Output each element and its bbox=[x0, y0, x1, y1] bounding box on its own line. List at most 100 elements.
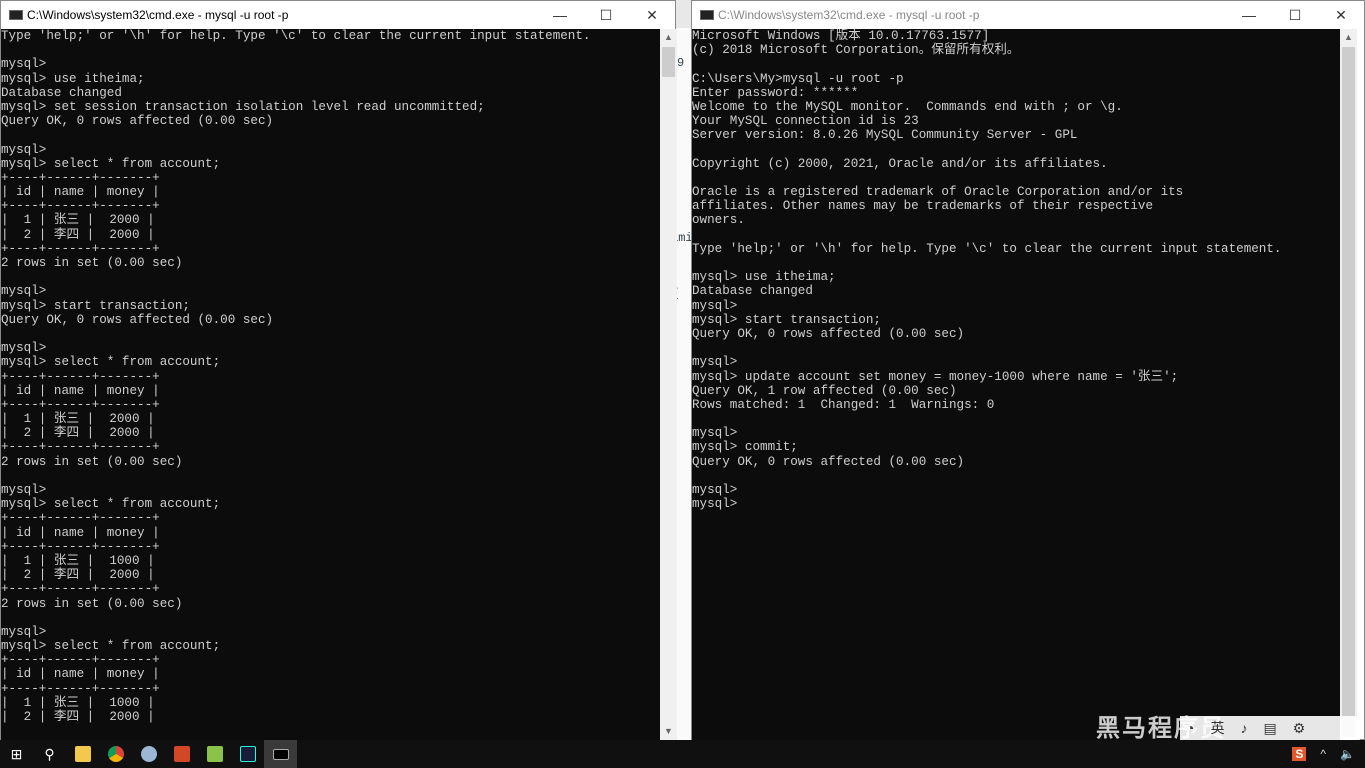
volume-icon[interactable]: 🔈 bbox=[1340, 747, 1355, 761]
scroll-up-icon[interactable]: ▲ bbox=[1340, 29, 1357, 46]
scroll-thumb[interactable] bbox=[662, 47, 675, 77]
notepad-icon[interactable] bbox=[198, 740, 231, 768]
title-bar[interactable]: C:\Windows\system32\cmd.exe - mysql -u r… bbox=[692, 1, 1364, 29]
terminal-line: (c) 2018 Microsoft Corporation。保留所有权利。 bbox=[692, 43, 1020, 58]
terminal-line: | 2 | 李四 | 2000 | bbox=[1, 710, 155, 724]
terminal-output[interactable]: Type 'help;' or '\h' for help. Type '\c'… bbox=[1, 29, 660, 740]
close-button[interactable]: ✕ bbox=[629, 7, 675, 24]
terminal-line: mysql> bbox=[1, 57, 47, 72]
terminal-line: | 2 | 李四 | 2000 | bbox=[1, 568, 155, 583]
cmd-icon bbox=[9, 10, 23, 20]
terminal-line: 2 rows in set (0.00 sec) bbox=[1, 256, 183, 270]
powerpoint-icon[interactable] bbox=[165, 740, 198, 768]
chevron-up-icon[interactable]: ^ bbox=[1320, 747, 1326, 761]
terminal-line: mysql> use itheima; bbox=[692, 270, 836, 285]
terminal-line: Database changed bbox=[692, 284, 813, 299]
scrollbar[interactable]: ▲ bbox=[1340, 29, 1357, 740]
terminal-line: +----+------+-------+ bbox=[1, 170, 160, 185]
terminal-line: Enter password: ****** bbox=[692, 85, 859, 100]
search-icon[interactable]: ⚲ bbox=[33, 740, 66, 768]
terminal-line: | id | name | money | bbox=[1, 525, 160, 540]
bg-fragment: 9 bbox=[677, 56, 685, 70]
terminal-line: mysql> select * from account; bbox=[1, 355, 221, 370]
terminal-line: mysql> update account set money = money-… bbox=[692, 369, 1179, 384]
terminal-line: mysql> bbox=[692, 355, 738, 370]
terminal-line: Microsoft Windows [版本 10.0.17763.1577] bbox=[692, 29, 990, 43]
terminal-line: +----+------+-------+ bbox=[1, 199, 160, 214]
terminal-line: Your MySQL connection id is 23 bbox=[692, 114, 919, 129]
taskbar: ⊞ ⚲ S ^ 🔈 bbox=[0, 740, 1365, 768]
ime-mode[interactable]: 英 bbox=[1210, 718, 1224, 738]
terminal-line: mysql> start transaction; bbox=[1, 298, 190, 313]
terminal-line: Query OK, 0 rows affected (0.00 sec) bbox=[1, 312, 274, 327]
scroll-up-icon[interactable]: ▲ bbox=[660, 29, 677, 46]
chrome-icon[interactable] bbox=[99, 740, 132, 768]
terminal-line: Server version: 8.0.26 MySQL Community S… bbox=[692, 128, 1078, 143]
terminal-line: +----+------+-------+ bbox=[1, 681, 160, 696]
terminal-line: mysql> bbox=[1, 284, 47, 299]
terminal-line: mysql> bbox=[1, 142, 47, 157]
terminal-line: mysql> bbox=[1, 341, 47, 356]
terminal-line: mysql> select * from account; bbox=[1, 639, 221, 654]
ime-toolbar[interactable]: ◔ 英 ♪ ▤ ⚙ bbox=[1180, 716, 1360, 740]
paint-icon[interactable] bbox=[132, 740, 165, 768]
datagrip-icon[interactable] bbox=[231, 740, 264, 768]
terminal-line: | 1 | 张三 | 2000 | bbox=[1, 412, 155, 427]
maximize-button[interactable]: ☐ bbox=[583, 7, 629, 24]
terminal-line: Query OK, 0 rows affected (0.00 sec) bbox=[692, 454, 965, 469]
maximize-button[interactable]: ☐ bbox=[1272, 7, 1318, 24]
terminal-line: Query OK, 1 row affected (0.00 sec) bbox=[692, 383, 957, 398]
terminal-line: 2 rows in set (0.00 sec) bbox=[1, 596, 183, 611]
window-title: C:\Windows\system32\cmd.exe - mysql -u r… bbox=[718, 8, 980, 22]
file-explorer-icon[interactable] bbox=[66, 740, 99, 768]
terminal-line: | id | name | money | bbox=[1, 667, 160, 682]
terminal-line: mysql> bbox=[692, 483, 738, 497]
scroll-down-icon[interactable]: ▼ bbox=[660, 723, 677, 740]
sogou-icon[interactable]: S bbox=[1292, 747, 1307, 761]
start-button[interactable]: ⊞ bbox=[0, 740, 33, 768]
terminal-line: +----+------+-------+ bbox=[1, 440, 160, 455]
terminal-output[interactable]: Microsoft Windows [版本 10.0.17763.1577] (c… bbox=[692, 29, 1340, 740]
terminal-line: mysql> select * from account; bbox=[1, 156, 221, 171]
cmd-icon bbox=[700, 10, 714, 20]
title-bar[interactable]: C:\Windows\system32\cmd.exe - mysql -u r… bbox=[1, 1, 675, 29]
minimize-button[interactable]: — bbox=[1226, 7, 1272, 23]
terminal-line: | 2 | 李四 | 2000 | bbox=[1, 227, 155, 242]
terminal-line: mysql> select * from account; bbox=[1, 497, 221, 512]
terminal-line: affiliates. Other names may be trademark… bbox=[692, 199, 1154, 214]
terminal-line: +----+------+-------+ bbox=[1, 369, 160, 384]
ime-logo-icon[interactable]: ◔ bbox=[1186, 720, 1194, 736]
terminal-line: +----+------+-------+ bbox=[1, 511, 160, 526]
terminal-line: | 2 | 李四 | 2000 | bbox=[1, 426, 155, 441]
close-button[interactable]: ✕ bbox=[1318, 7, 1364, 24]
scroll-thumb[interactable] bbox=[1342, 47, 1355, 737]
terminal-line: Rows matched: 1 Changed: 1 Warnings: 0 bbox=[692, 397, 995, 412]
terminal-line: mysql> start transaction; bbox=[692, 312, 881, 327]
cmd-taskbar-icon[interactable] bbox=[264, 740, 297, 768]
terminal-line: mysql> set session transaction isolation… bbox=[1, 99, 485, 114]
scrollbar[interactable]: ▲ ▼ bbox=[660, 29, 677, 740]
terminal-line: mysql> bbox=[692, 298, 738, 313]
terminal-line: Welcome to the MySQL monitor. Commands e… bbox=[692, 99, 1123, 114]
ime-keyboard-icon[interactable]: ▤ bbox=[1263, 720, 1276, 737]
terminal-line: mysql> bbox=[1, 624, 47, 639]
ime-settings-icon[interactable]: ⚙ bbox=[1293, 720, 1306, 737]
terminal-line: Database changed bbox=[1, 85, 122, 100]
terminal-line: +----+------+-------+ bbox=[1, 653, 160, 668]
terminal-line: Type 'help;' or '\h' for help. Type '\c'… bbox=[692, 241, 1282, 256]
ime-punct-icon[interactable]: ♪ bbox=[1240, 720, 1247, 736]
terminal-line: Copyright (c) 2000, 2021, Oracle and/or … bbox=[692, 156, 1108, 171]
minimize-button[interactable]: — bbox=[537, 7, 583, 23]
terminal-line: Type 'help;' or '\h' for help. Type '\c'… bbox=[1, 29, 591, 43]
terminal-line: +----+------+-------+ bbox=[1, 582, 160, 597]
